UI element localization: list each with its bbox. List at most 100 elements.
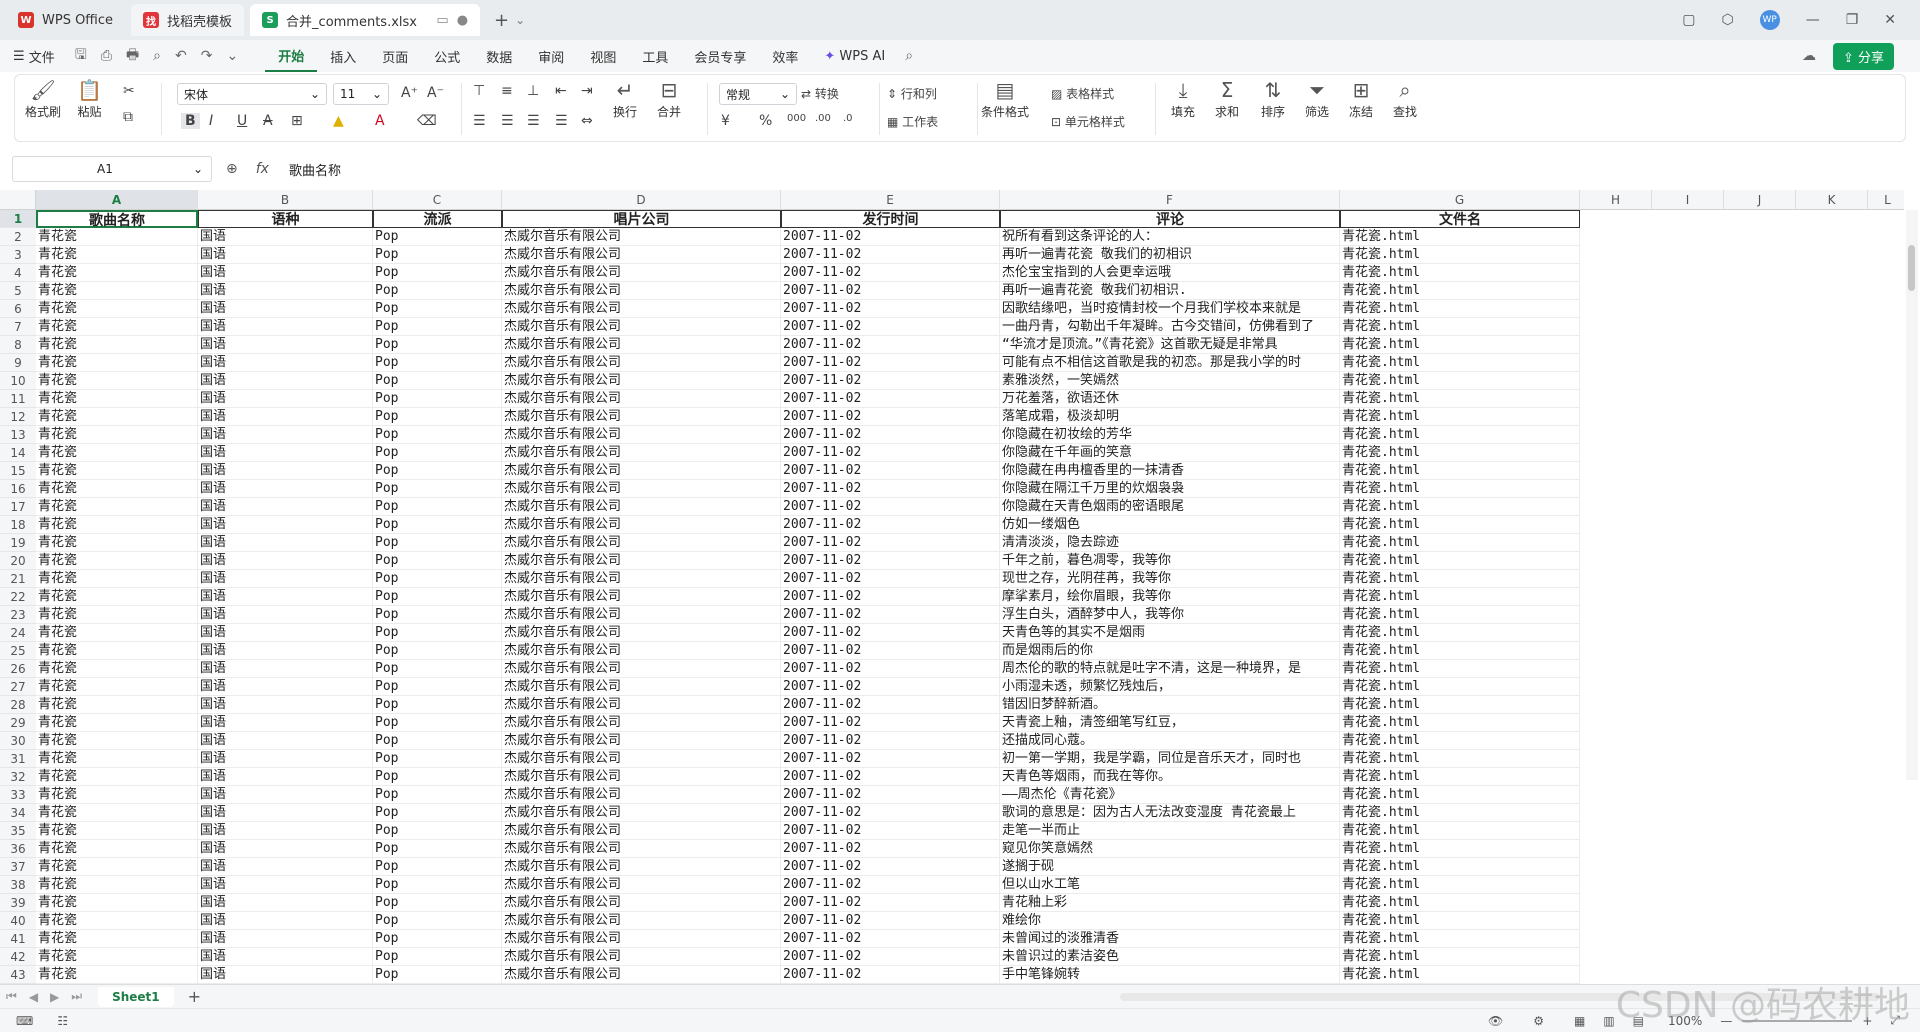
currency-icon[interactable]: ¥ xyxy=(721,113,730,129)
data-cell[interactable]: 青花瓷.html xyxy=(1340,642,1580,660)
data-cell[interactable]: 摩挲素月，绘你眉眼，我等你 xyxy=(1000,588,1340,606)
freeze-button[interactable]: ⊞ 冻结 xyxy=(1349,77,1373,120)
data-cell[interactable]: 青花瓷.html xyxy=(1340,930,1580,948)
data-cell[interactable]: Pop xyxy=(373,930,502,948)
data-cell[interactable]: 杰威尔音乐有限公司 xyxy=(502,480,781,498)
data-cell[interactable]: 国语 xyxy=(198,462,373,480)
decimal-increase-icon[interactable]: .00 xyxy=(815,113,831,124)
data-cell[interactable]: 2007-11-02 xyxy=(781,534,1000,552)
first-sheet-icon[interactable]: ⏮ xyxy=(0,989,23,1004)
data-cell[interactable]: 难绘你 xyxy=(1000,912,1340,930)
data-cell[interactable]: 青花瓷 xyxy=(36,732,198,750)
data-cell[interactable]: 2007-11-02 xyxy=(781,624,1000,642)
column-header-a[interactable]: A xyxy=(36,190,198,210)
data-cell[interactable]: 国语 xyxy=(198,552,373,570)
data-cell[interactable]: 落笔成霜，极淡却明 xyxy=(1000,408,1340,426)
data-cell[interactable]: 国语 xyxy=(198,966,373,984)
row-header[interactable]: 23 xyxy=(0,606,36,624)
data-cell[interactable]: 杰威尔音乐有限公司 xyxy=(502,372,781,390)
font-name-select[interactable]: 宋体 ⌄ xyxy=(177,83,327,105)
row-header[interactable]: 35 xyxy=(0,822,36,840)
data-cell[interactable]: Pop xyxy=(373,372,502,390)
header-cell[interactable]: 语种 xyxy=(198,210,373,228)
data-cell[interactable]: 你隐藏在初妆绘的芳华 xyxy=(1000,426,1340,444)
data-cell[interactable]: 国语 xyxy=(198,642,373,660)
next-sheet-icon[interactable]: ▶ xyxy=(44,990,65,1004)
data-cell[interactable]: 国语 xyxy=(198,498,373,516)
data-cell[interactable]: 国语 xyxy=(198,354,373,372)
data-cell[interactable]: 青花瓷 xyxy=(36,336,198,354)
data-cell[interactable]: 杰威尔音乐有限公司 xyxy=(502,894,781,912)
data-cell[interactable]: 青花瓷.html xyxy=(1340,264,1580,282)
row-header[interactable]: 12 xyxy=(0,408,36,426)
font-size-select[interactable]: 11 ⌄ xyxy=(333,83,389,105)
row-header[interactable]: 37 xyxy=(0,858,36,876)
row-header[interactable]: 13 xyxy=(0,426,36,444)
data-cell[interactable]: 青花瓷 xyxy=(36,588,198,606)
row-header[interactable]: 5 xyxy=(0,282,36,300)
data-cell[interactable]: 杰威尔音乐有限公司 xyxy=(502,534,781,552)
sheet-tab-sheet1[interactable]: Sheet1 xyxy=(98,986,174,1007)
indent-decrease-icon[interactable]: ⇤ xyxy=(555,83,567,99)
data-cell[interactable]: 手中笔锋婉转 xyxy=(1000,966,1340,984)
data-cell[interactable]: 青花瓷.html xyxy=(1340,696,1580,714)
data-cell[interactable]: 2007-11-02 xyxy=(781,480,1000,498)
data-cell[interactable]: 国语 xyxy=(198,894,373,912)
data-cell[interactable]: 2007-11-02 xyxy=(781,894,1000,912)
data-cell[interactable]: 国语 xyxy=(198,714,373,732)
data-cell[interactable]: 青花瓷 xyxy=(36,696,198,714)
data-cell[interactable]: 青花瓷.html xyxy=(1340,606,1580,624)
merge-button[interactable]: ⊟ 合并 xyxy=(657,77,681,120)
data-cell[interactable]: 国语 xyxy=(198,408,373,426)
data-cell[interactable]: Pop xyxy=(373,894,502,912)
data-cell[interactable]: Pop xyxy=(373,246,502,264)
data-cell[interactable]: 青花瓷.html xyxy=(1340,336,1580,354)
data-cell[interactable]: 青花瓷.html xyxy=(1340,894,1580,912)
row-header[interactable]: 17 xyxy=(0,498,36,516)
row-header[interactable]: 26 xyxy=(0,660,36,678)
page-view-icon[interactable]: ▥ xyxy=(1603,1014,1614,1028)
list-icon[interactable]: ☷ xyxy=(57,1014,68,1028)
preview-icon[interactable]: ⌕ xyxy=(146,48,168,64)
data-cell[interactable]: 千年之前，暮色凋零，我等你 xyxy=(1000,552,1340,570)
row-header[interactable]: 41 xyxy=(0,930,36,948)
data-cell[interactable]: 杰威尔音乐有限公司 xyxy=(502,606,781,624)
data-cell[interactable]: 再听一遍青花瓷 敬我们的初相识 xyxy=(1000,246,1340,264)
data-cell[interactable]: 2007-11-02 xyxy=(781,300,1000,318)
row-header[interactable]: 40 xyxy=(0,912,36,930)
row-header[interactable]: 32 xyxy=(0,768,36,786)
data-cell[interactable]: 青花瓷 xyxy=(36,300,198,318)
data-cell[interactable]: 国语 xyxy=(198,804,373,822)
column-header-f[interactable]: F xyxy=(1000,190,1340,210)
row-header[interactable]: 33 xyxy=(0,786,36,804)
data-cell[interactable]: 青花瓷.html xyxy=(1340,750,1580,768)
spreadsheet-grid[interactable]: A B C D E F G H I J K L 1 歌曲名称 语种 流派 唱片公司 发行时间 评论 文件名 2 青花瓷 国语… xyxy=(0,190,1904,984)
print-icon[interactable]: 🖶 xyxy=(119,44,146,68)
menu-member[interactable]: 会员专享 xyxy=(681,40,759,72)
column-header-k[interactable]: K xyxy=(1796,190,1868,210)
data-cell[interactable]: 杰威尔音乐有限公司 xyxy=(502,642,781,660)
data-cell[interactable]: Pop xyxy=(373,426,502,444)
formula-input[interactable]: 歌曲名称 xyxy=(289,160,341,179)
prev-sheet-icon[interactable]: ◀ xyxy=(23,990,44,1004)
data-cell[interactable]: 青花瓷 xyxy=(36,246,198,264)
data-cell[interactable]: Pop xyxy=(373,318,502,336)
more-icon[interactable]: ⌄ xyxy=(219,48,245,64)
data-cell[interactable]: 杰威尔音乐有限公司 xyxy=(502,390,781,408)
data-cell[interactable]: 遂搁于砚 xyxy=(1000,858,1340,876)
tab-wps-office[interactable]: W WPS Office xyxy=(6,4,125,36)
data-cell[interactable]: 2007-11-02 xyxy=(781,876,1000,894)
data-cell[interactable]: Pop xyxy=(373,822,502,840)
data-cell[interactable]: 你隐藏在冉冉檀香里的一抹清香 xyxy=(1000,462,1340,480)
data-cell[interactable]: 青花瓷.html xyxy=(1340,426,1580,444)
select-all-corner[interactable] xyxy=(0,190,36,210)
data-cell[interactable]: 国语 xyxy=(198,624,373,642)
convert-button[interactable]: ⇄ 转换 xyxy=(801,85,839,102)
align-top-icon[interactable]: ⊤ xyxy=(473,83,485,99)
indent-increase-icon[interactable]: ⇥ xyxy=(581,83,593,99)
data-cell[interactable]: ——周杰伦《青花瓷》 xyxy=(1000,786,1340,804)
data-cell[interactable]: Pop xyxy=(373,390,502,408)
data-cell[interactable]: Pop xyxy=(373,336,502,354)
data-cell[interactable]: 青花瓷.html xyxy=(1340,480,1580,498)
data-cell[interactable]: 青花瓷.html xyxy=(1340,552,1580,570)
